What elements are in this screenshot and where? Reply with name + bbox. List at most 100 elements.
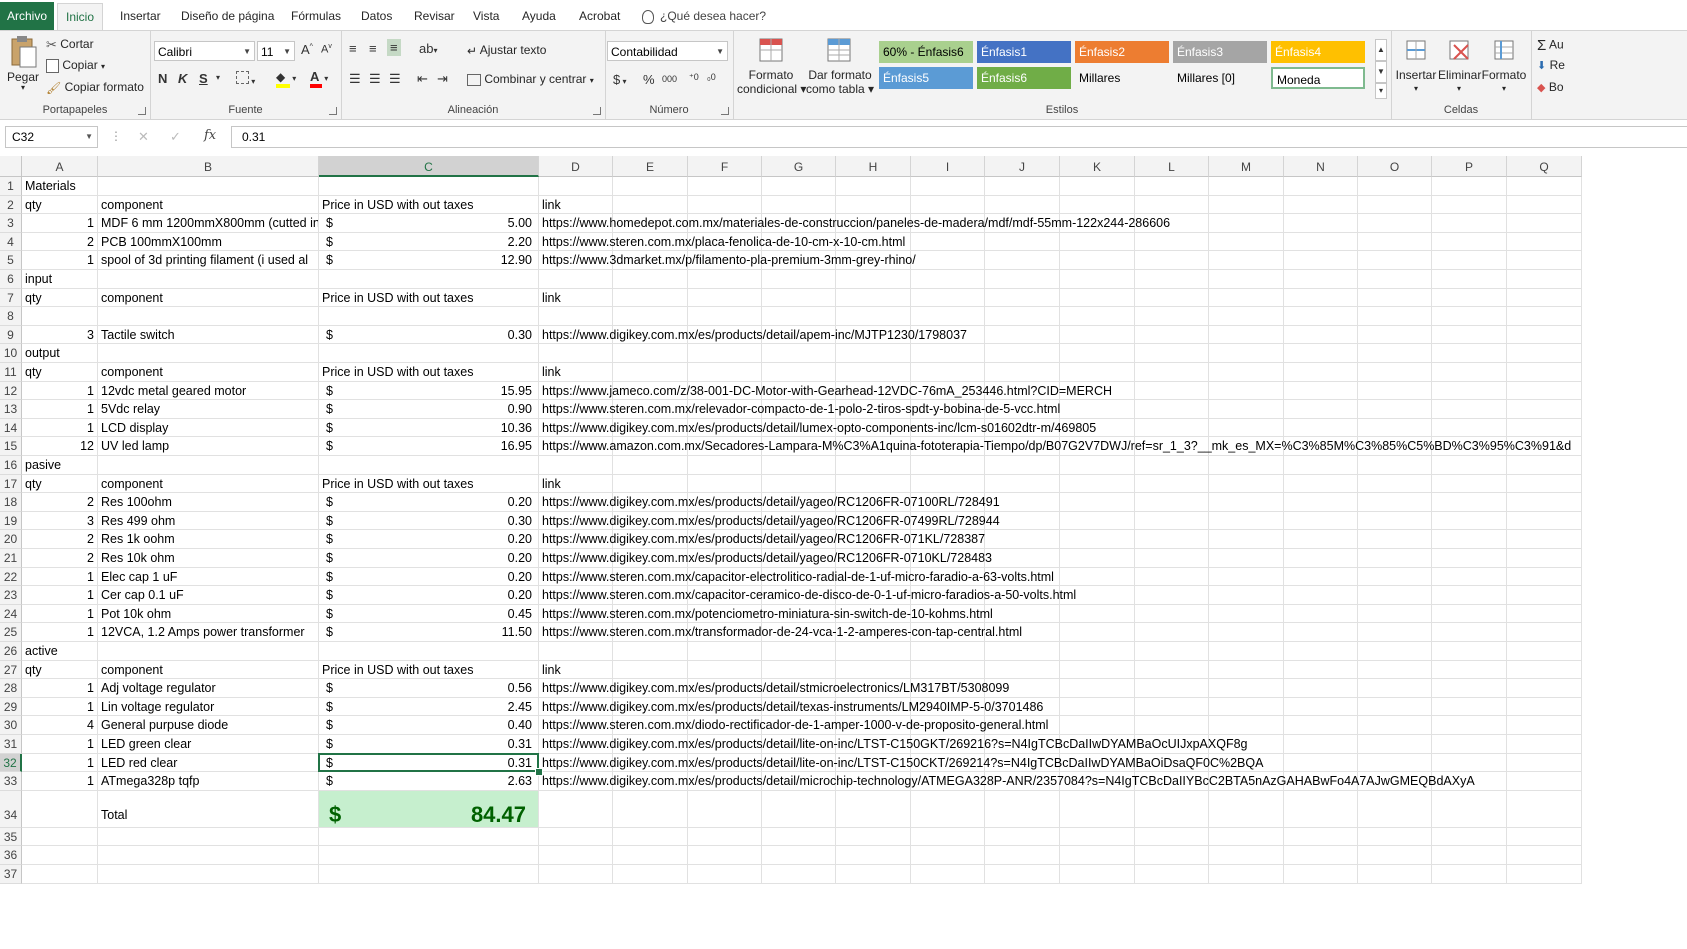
cell-N11[interactable] xyxy=(1284,363,1358,382)
cell-O12[interactable] xyxy=(1358,381,1432,401)
cell-O22[interactable] xyxy=(1358,567,1432,587)
cell-C9[interactable]: $0.30 xyxy=(319,325,539,345)
row-header-9[interactable]: 9 xyxy=(0,325,22,345)
cell-style-1[interactable]: Énfasis1 xyxy=(977,41,1071,63)
cell-L9[interactable] xyxy=(1135,325,1209,345)
cell-G35[interactable] xyxy=(762,827,836,847)
cell-C18[interactable]: $0.20 xyxy=(319,493,539,512)
cell-D1[interactable] xyxy=(539,177,613,196)
cell-D8[interactable] xyxy=(539,307,613,326)
cell-O16[interactable] xyxy=(1358,456,1432,475)
cell-Q37[interactable] xyxy=(1507,865,1582,884)
cell-P34[interactable] xyxy=(1432,790,1507,828)
cell-M30[interactable] xyxy=(1209,716,1284,735)
cell-Q1[interactable] xyxy=(1507,177,1582,196)
cell-B20[interactable]: Res 1k oohm xyxy=(98,530,319,549)
cell-B27[interactable]: component xyxy=(98,660,319,680)
cell-B5[interactable]: spool of 3d printing filament (i used al xyxy=(98,251,319,270)
cell-J11[interactable] xyxy=(985,363,1060,382)
cell-C37[interactable] xyxy=(319,865,539,884)
cell-E6[interactable] xyxy=(613,270,688,289)
cell-C34[interactable]: $84.47 xyxy=(319,790,539,828)
cell-M26[interactable] xyxy=(1209,642,1284,661)
cell-O4[interactable] xyxy=(1358,232,1432,252)
cell-D23[interactable]: https://www.steren.com.mx/capacitor-cera… xyxy=(539,586,1076,605)
currency-format-icon[interactable]: $ ▾ xyxy=(613,72,626,87)
cell-Q14[interactable] xyxy=(1507,418,1582,438)
cell-P37[interactable] xyxy=(1432,865,1507,884)
dialog-launcher-icon[interactable] xyxy=(593,107,601,115)
cell-C32[interactable]: $0.31 xyxy=(319,753,539,773)
cell-B17[interactable]: component xyxy=(98,474,319,494)
column-header-G[interactable]: G xyxy=(762,156,836,177)
cell-M27[interactable] xyxy=(1209,660,1284,680)
cell-N13[interactable] xyxy=(1284,400,1358,419)
column-header-A[interactable]: A xyxy=(22,156,98,177)
cell-F34[interactable] xyxy=(688,790,762,828)
cell-A5[interactable]: 1 xyxy=(22,251,98,270)
cell-N18[interactable] xyxy=(1284,493,1358,512)
row-header-1[interactable]: 1 xyxy=(0,177,22,196)
cell-O8[interactable] xyxy=(1358,307,1432,326)
align-center-icon[interactable]: ☰ xyxy=(369,71,381,87)
cell-M20[interactable] xyxy=(1209,530,1284,549)
cell-B14[interactable]: LCD display xyxy=(98,418,319,438)
cell-O13[interactable] xyxy=(1358,400,1432,419)
cell-O14[interactable] xyxy=(1358,418,1432,438)
cell-Q8[interactable] xyxy=(1507,307,1582,326)
tab-insertar[interactable]: Insertar xyxy=(120,4,161,28)
cell-H35[interactable] xyxy=(836,827,911,847)
cell-K24[interactable] xyxy=(1060,604,1135,624)
cell-K36[interactable] xyxy=(1060,846,1135,865)
cell-C12[interactable]: $15.95 xyxy=(319,381,539,401)
cell-Q32[interactable] xyxy=(1507,753,1582,773)
cell-A35[interactable] xyxy=(22,827,98,847)
row-header-11[interactable]: 11 xyxy=(0,363,22,382)
tell-me-search[interactable]: ¿Qué desea hacer? xyxy=(642,4,766,28)
cell-K27[interactable] xyxy=(1060,660,1135,680)
cell-D7[interactable]: link xyxy=(539,288,613,308)
column-header-P[interactable]: P xyxy=(1432,156,1507,177)
cell-L11[interactable] xyxy=(1135,363,1209,382)
cell-P35[interactable] xyxy=(1432,827,1507,847)
cell-B21[interactable]: Res 10k ohm xyxy=(98,549,319,568)
cell-N30[interactable] xyxy=(1284,716,1358,735)
cell-L10[interactable] xyxy=(1135,344,1209,363)
cell-Q21[interactable] xyxy=(1507,549,1582,568)
cell-J7[interactable] xyxy=(985,288,1060,308)
cell-style-6[interactable]: Énfasis6 xyxy=(977,67,1071,89)
cell-B29[interactable]: Lin voltage regulator xyxy=(98,697,319,717)
cell-C19[interactable]: $0.30 xyxy=(319,511,539,531)
cell-C17[interactable]: Price in USD with out taxes xyxy=(319,474,539,494)
column-header-H[interactable]: H xyxy=(836,156,911,177)
grow-font-icon[interactable]: A^ xyxy=(301,42,313,57)
cell-M21[interactable] xyxy=(1209,549,1284,568)
cell-A21[interactable]: 2 xyxy=(22,549,98,568)
number-format-combo[interactable]: Contabilidad ▼ xyxy=(607,41,728,61)
cell-L22[interactable] xyxy=(1135,567,1209,587)
cell-D27[interactable]: link xyxy=(539,660,613,680)
cell-N34[interactable] xyxy=(1284,790,1358,828)
tab-formulas[interactable]: Fórmulas xyxy=(291,4,341,28)
cell-K28[interactable] xyxy=(1060,679,1135,698)
cell-B23[interactable]: Cer cap 0.1 uF xyxy=(98,586,319,605)
cell-I1[interactable] xyxy=(911,177,985,196)
cell-G17[interactable] xyxy=(762,474,836,494)
cell-K7[interactable] xyxy=(1060,288,1135,308)
insert-function-icon[interactable]: fx xyxy=(204,128,216,143)
cell-B30[interactable]: General purpuse diode xyxy=(98,716,319,735)
cell-C5[interactable]: $12.90 xyxy=(319,251,539,270)
cell-F16[interactable] xyxy=(688,456,762,475)
cell-P31[interactable] xyxy=(1432,735,1507,754)
cell-N12[interactable] xyxy=(1284,381,1358,401)
cell-I37[interactable] xyxy=(911,865,985,884)
column-header-L[interactable]: L xyxy=(1135,156,1209,177)
cell-style-4[interactable]: Énfasis4 xyxy=(1271,41,1365,63)
cell-A9[interactable]: 3 xyxy=(22,325,98,345)
cell-A14[interactable]: 1 xyxy=(22,418,98,438)
cell-C22[interactable]: $0.20 xyxy=(319,567,539,587)
cell-D34[interactable] xyxy=(539,790,613,828)
cell-Q22[interactable] xyxy=(1507,567,1582,587)
cell-B37[interactable] xyxy=(98,865,319,884)
orientation-icon[interactable]: ab▾ xyxy=(419,41,437,56)
